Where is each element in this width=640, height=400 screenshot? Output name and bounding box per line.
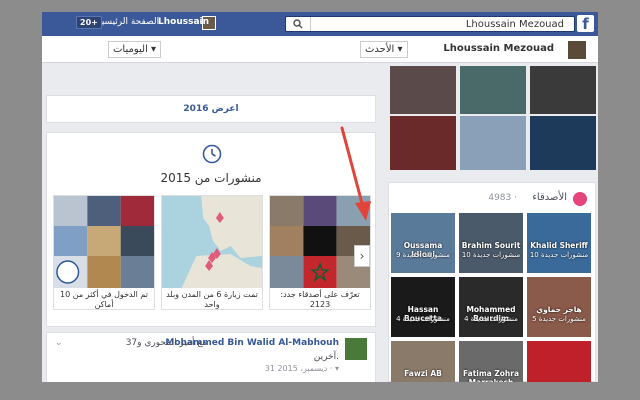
feed-post: Mohammed Bin Walid Al-Mabhouh مع أمير ال… (46, 332, 376, 382)
profile-name-link[interactable]: Lhoussain Mezouad (443, 43, 554, 54)
friend-name: Khalid Sheriff (530, 241, 588, 250)
post-author-avatar[interactable] (345, 338, 367, 360)
friends-title[interactable]: الأصدقاء (532, 192, 567, 203)
top-bar: f Lhoussain الصفحة الرئيسية 20+ (42, 12, 598, 36)
search-button[interactable] (286, 17, 311, 31)
photo-thumbnail[interactable] (460, 66, 526, 114)
friend-tile[interactable]: Fatima Zohra Marrakech (459, 341, 523, 382)
home-link[interactable]: الصفحة الرئيسية (97, 17, 159, 27)
friends-count: 4983 · (488, 193, 517, 203)
annotation-arrow-icon (340, 126, 371, 221)
friend-tile[interactable]: Hassan Boucetta 4 منشورات جديدة (391, 277, 455, 337)
facebook-logo-icon[interactable]: f (577, 15, 594, 33)
photo-thumbnail[interactable] (530, 116, 596, 170)
clock-icon (202, 144, 222, 164)
cities-card-text: تمت زيارة 6 من المدن وبلد واحد (166, 290, 258, 309)
show-year-panel[interactable]: اعرض 2016 (46, 95, 376, 123)
photo-thumbnail[interactable] (460, 116, 526, 170)
post-tagged-text[interactable]: مع أمير المحوري و37 (126, 338, 207, 348)
friend-name: Fatima Zohra Marrakech (462, 369, 520, 382)
places-card[interactable]: تم الدخول في أكثر من 10 أماكن (53, 195, 155, 310)
post-date[interactable]: 31 ديسمبر، 2015 · ▾ (265, 364, 339, 373)
friend-tile[interactable]: Fawzi AB (391, 341, 455, 382)
latest-dropdown[interactable]: الأحدث ▾ (360, 41, 408, 58)
friend-tile[interactable] (527, 341, 591, 382)
facebook-window: f Lhoussain الصفحة الرئيسية 20+ Lhoussai… (42, 12, 598, 382)
carousel-next-button[interactable]: › (354, 245, 370, 267)
search-input[interactable] (314, 17, 564, 31)
search-box[interactable] (285, 16, 575, 32)
year-in-review-panel: منشورات من 2015 تم الدخول في أكثر من 10 … (46, 132, 376, 327)
profile-thumbnail[interactable] (568, 41, 586, 59)
year-title: منشورات من 2015 (160, 171, 262, 185)
friend-name: هاجر حماوي (536, 305, 582, 314)
post-options-icon[interactable]: ⌄ (55, 338, 63, 348)
cities-card[interactable]: تمت زيارة 6 من المدن وبلد واحد (161, 195, 263, 310)
friend-tile[interactable]: Oussama Idioui 9 منشورات جديدة (391, 213, 455, 273)
photo-thumbnail[interactable] (390, 66, 456, 114)
friend-tile[interactable]: Brahim Sourit 10 منشورات جديدة (459, 213, 523, 273)
search-icon (293, 19, 303, 29)
post-others-text[interactable]: آخرين. (314, 352, 339, 362)
friend-new-posts: 10 منشورات جديدة (461, 251, 521, 259)
friends-panel: الأصدقاء 4983 · Khalid Sheriff 10 منشورا… (388, 182, 596, 382)
friend-tile[interactable]: هاجر حماوي 5 منشورات جديدة (527, 277, 591, 337)
show-year-link[interactable]: اعرض 2016 (47, 104, 375, 114)
timeline-dropdown[interactable]: اليوميات ▾ (108, 41, 162, 58)
friend-tile[interactable]: Khalid Sheriff 10 منشورات جديدة (527, 213, 591, 273)
timeline-nav: Lhoussain Mezouad اليوميات ▾ الأحدث ▾ (42, 36, 598, 63)
places-card-text: تم الدخول في أكثر من 10 أماكن (60, 290, 148, 309)
friends-icon (573, 192, 587, 206)
friend-name: Brahim Sourit (461, 241, 521, 250)
profile-link[interactable]: Lhoussain (158, 17, 209, 27)
friend-new-posts: 4 منشورات جديدة (396, 315, 450, 323)
friend-tile[interactable]: Mohammed Bourdim 4 منشورات جديدة (459, 277, 523, 337)
new-friends-card-text: تعرّف على أصدقاء جدد: 2123 (280, 290, 360, 309)
friend-new-posts: 10 منشورات جديدة (529, 251, 589, 259)
friend-new-posts: 5 منشورات جديدة (532, 315, 586, 323)
friend-name: Fawzi AB (404, 369, 442, 378)
photo-thumbnail[interactable] (390, 116, 456, 170)
friend-new-posts: 4 منشورات جديدة (464, 315, 518, 323)
map-image (162, 196, 262, 288)
photo-thumbnail[interactable] (530, 66, 596, 114)
places-collage-image (54, 196, 154, 288)
friend-new-posts: 9 منشورات جديدة (396, 251, 450, 259)
photos-grid (390, 66, 596, 170)
notification-badge[interactable]: 20+ (76, 16, 102, 29)
